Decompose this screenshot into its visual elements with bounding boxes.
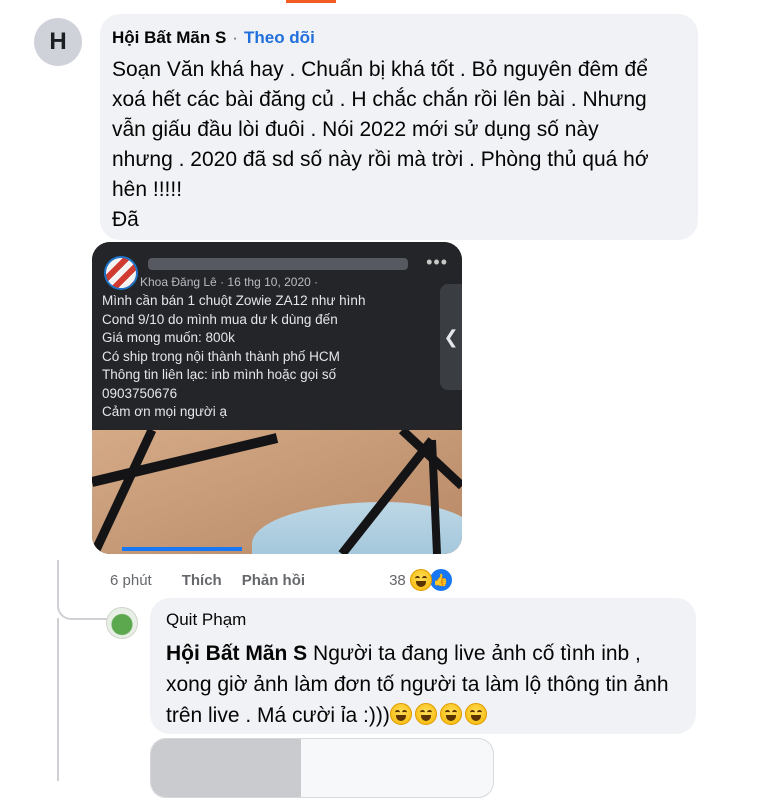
haha-icon[interactable]: [409, 569, 432, 591]
side-tab-chevron-icon: ❮: [440, 284, 462, 390]
reply-thread-connector: [57, 560, 109, 620]
comment-author-name[interactable]: Hội Bất Mãn S: [112, 28, 226, 48]
laughing-emoji-icon: [414, 703, 437, 725]
comment-actions: 6 phút Thích Phản hồi 38 👍: [110, 567, 454, 593]
separator-dot: ·: [232, 28, 238, 47]
top-accent-bar: [286, 0, 336, 3]
post-author-avatar: [104, 256, 138, 290]
comment-timestamp[interactable]: 6 phút: [110, 572, 152, 589]
reply-attachment-thumb: [151, 739, 301, 797]
reply-button[interactable]: Phản hồi: [242, 572, 305, 589]
blurred-name: [148, 258, 408, 270]
reaction-count[interactable]: 38: [389, 572, 406, 589]
like-button[interactable]: Thích: [182, 572, 222, 589]
reply-bubble: Quit Phạm Hội Bất Mãn S Người ta đang li…: [150, 598, 696, 734]
laughing-emoji-icon: [439, 703, 462, 725]
comment-bubble: Hội Bất Mãn S · Theo dõi Soạn Văn khá ha…: [100, 14, 698, 240]
post-text: Mình cần bán 1 chuột Zowie ZA12 như hình…: [102, 293, 366, 419]
photo-blue-strip: [122, 547, 242, 551]
reply-author-avatar[interactable]: [106, 607, 138, 639]
commenter-avatar[interactable]: H: [34, 18, 82, 66]
mention-link[interactable]: Hội Bất Mãn S: [166, 642, 307, 665]
comment-attachment-image[interactable]: ••• Khoa Đăng Lê · 16 thg 10, 2020 · Mìn…: [92, 242, 462, 554]
comment-text: Soạn Văn khá hay . Chuẩn bị khá tốt . Bỏ…: [112, 58, 649, 231]
laughing-emoji-icon: [389, 703, 412, 725]
post-meta: Khoa Đăng Lê · 16 thg 10, 2020 ·: [140, 275, 319, 289]
photo-chair-bars: [92, 430, 462, 554]
reply-text: Hội Bất Mãn S Người ta đang live ảnh cố …: [166, 638, 680, 731]
laughing-emoji-icon: [464, 703, 487, 725]
more-options-icon: •••: [426, 252, 448, 272]
reply-thread-line: [57, 618, 59, 781]
reply-attachment-image[interactable]: [150, 738, 494, 798]
reply-author-name[interactable]: Quit Phạm: [166, 610, 680, 632]
comment-header: Hội Bất Mãn S · Theo dõi: [112, 26, 686, 50]
reply-emoji-group: [389, 703, 487, 725]
follow-button[interactable]: Theo dõi: [244, 28, 315, 48]
